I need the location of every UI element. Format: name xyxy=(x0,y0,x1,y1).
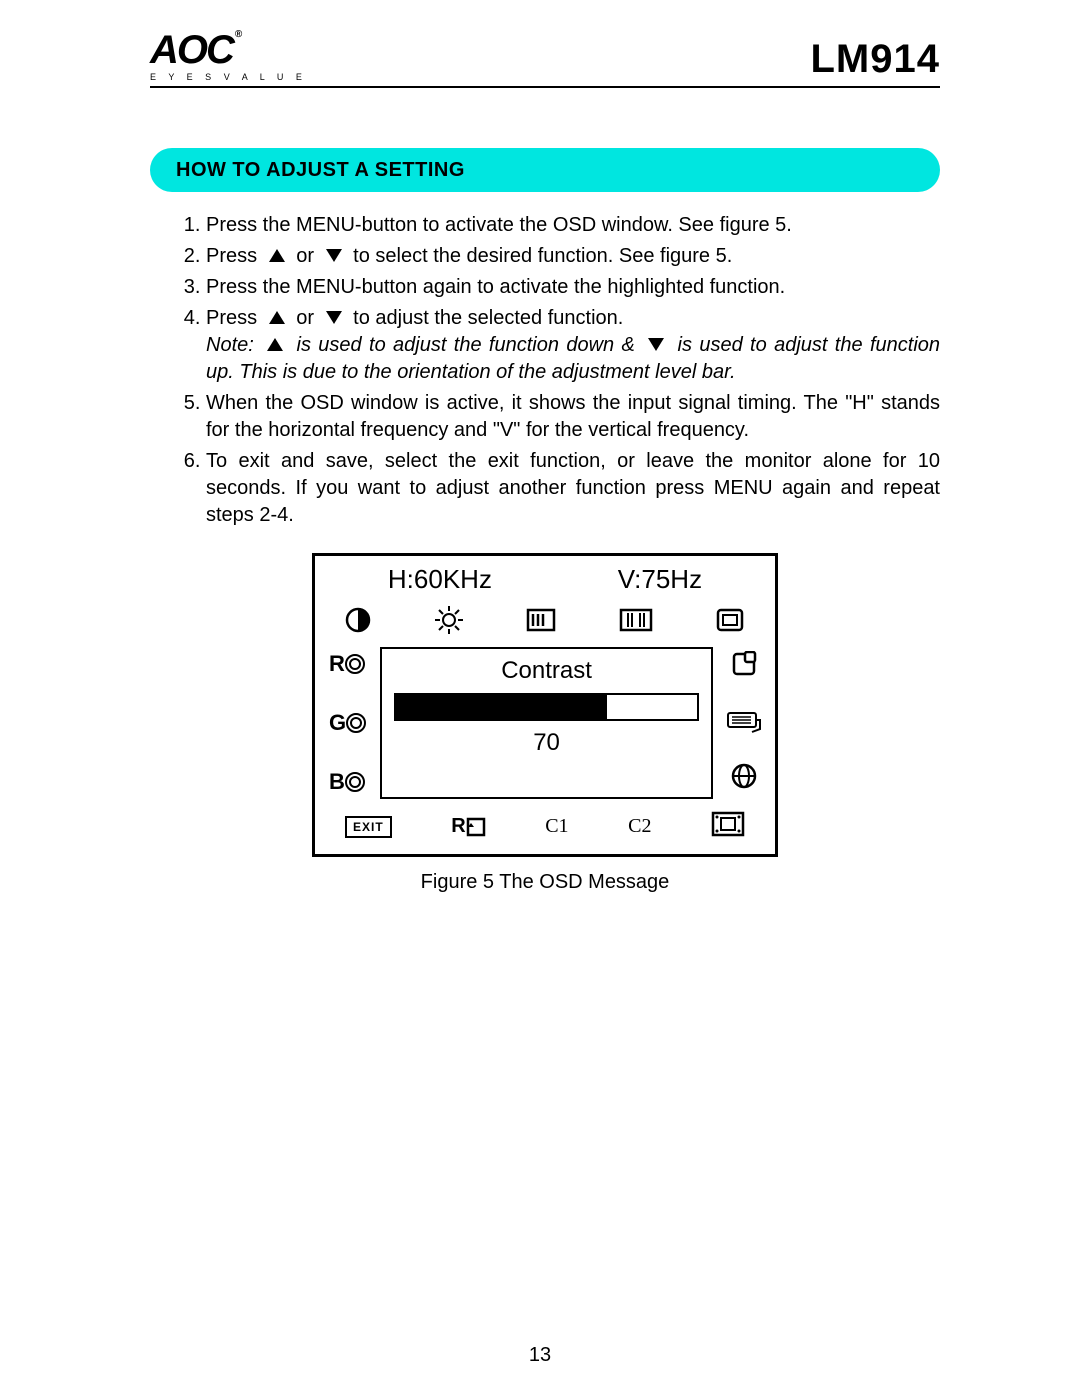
logo-tagline: E Y E S V A L U E xyxy=(150,72,307,82)
preset-c2: C2 xyxy=(628,815,651,838)
osd-v-frequency: V:75Hz xyxy=(618,564,702,595)
osd-figure: H:60KHz V:75Hz xyxy=(150,553,940,857)
globe-icon xyxy=(731,763,757,795)
triangle-up-icon xyxy=(267,338,283,351)
osd-g-gain: G xyxy=(329,710,366,736)
osd-b-gain: B xyxy=(329,769,366,795)
triangle-up-icon xyxy=(269,249,285,262)
v-position-icon xyxy=(619,608,653,632)
osd-h-frequency: H:60KHz xyxy=(388,564,492,595)
recall-icon: R xyxy=(451,815,485,838)
header: AOC ® E Y E S V A L U E LM914 xyxy=(150,30,940,88)
brightness-icon xyxy=(434,605,464,635)
osd-left-column: R G B xyxy=(315,645,374,801)
step-4-note: Note: is used to adjust the function dow… xyxy=(206,332,940,386)
triangle-up-icon xyxy=(269,311,285,324)
osd-top-icon-row xyxy=(315,605,775,645)
osd-level-bar-fill xyxy=(396,695,607,719)
logo-registered: ® xyxy=(235,30,240,40)
step-4: Press or to adjust the selected function… xyxy=(206,305,940,386)
section-title: HOW TO ADJUST A SETTING xyxy=(176,159,465,182)
model-number: LM914 xyxy=(811,37,941,82)
osd-window: H:60KHz V:75Hz xyxy=(312,553,778,857)
step-5: When the OSD window is active, it shows … xyxy=(206,390,940,444)
osd-position-icon xyxy=(731,651,757,683)
h-position-icon xyxy=(526,608,556,632)
page-number: 13 xyxy=(0,1344,1080,1367)
triangle-down-icon xyxy=(326,311,342,324)
sun-icon xyxy=(346,713,366,733)
sun-icon xyxy=(345,654,365,674)
triangle-down-icon xyxy=(648,338,664,351)
exit-icon: EXIT xyxy=(345,816,392,838)
keyboard-icon xyxy=(727,707,761,739)
osd-timing-row: H:60KHz V:75Hz xyxy=(315,556,775,605)
osd-level-value: 70 xyxy=(533,729,560,757)
osd-right-column xyxy=(719,645,775,801)
logo: AOC ® E Y E S V A L U E xyxy=(150,30,307,82)
monitor-icon xyxy=(711,811,745,842)
osd-middle: R G B Contrast 70 xyxy=(315,645,775,801)
step-1: Press the MENU-button to activate the OS… xyxy=(206,212,940,239)
step-6: To exit and save, select the exit functi… xyxy=(206,448,940,529)
figure-caption: Figure 5 The OSD Message xyxy=(150,871,940,894)
logo-text: AOC xyxy=(150,30,233,70)
triangle-down-icon xyxy=(326,249,342,262)
osd-r-gain: R xyxy=(329,651,366,677)
section-heading: HOW TO ADJUST A SETTING xyxy=(150,148,940,192)
step-2: Press or to select the desired function.… xyxy=(206,243,940,270)
instruction-list: Press the MENU-button to activate the OS… xyxy=(150,212,940,529)
page: AOC ® E Y E S V A L U E LM914 HOW TO ADJ… xyxy=(0,0,1080,1397)
osd-center-panel: Contrast 70 xyxy=(380,647,713,799)
osd-function-label: Contrast xyxy=(501,657,592,685)
osd-bottom-row: EXIT R C1 C2 xyxy=(315,801,775,854)
contrast-icon xyxy=(345,607,371,633)
h-size-icon xyxy=(715,607,745,633)
step-3: Press the MENU-button again to activate … xyxy=(206,274,940,301)
osd-level-bar xyxy=(394,693,699,721)
sun-icon xyxy=(345,772,365,792)
preset-c1: C1 xyxy=(545,815,568,838)
